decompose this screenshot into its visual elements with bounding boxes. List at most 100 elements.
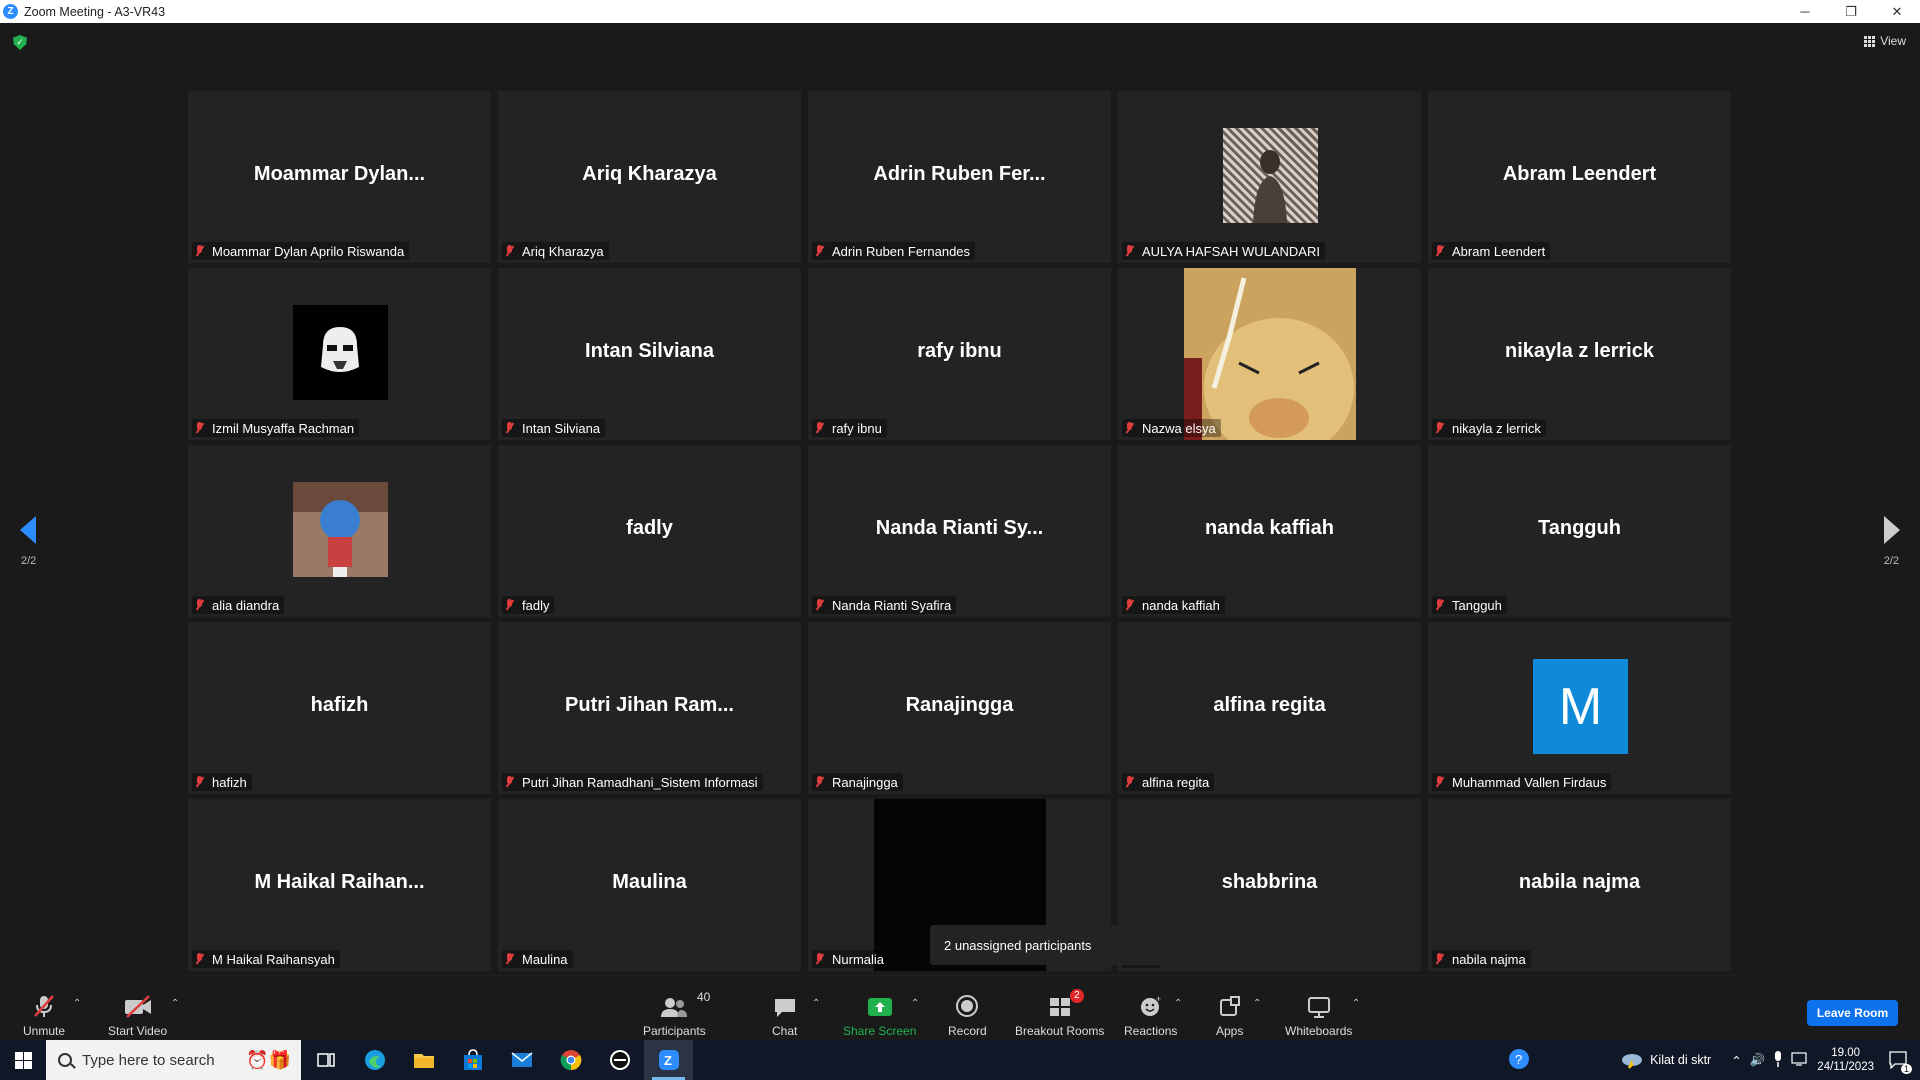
apps-button[interactable]: Apps — [1216, 994, 1243, 1038]
participant-tile[interactable]: Intan Silviana Intan Silviana — [498, 268, 801, 440]
audio-options-caret-icon[interactable]: ⌃ — [73, 998, 81, 1009]
participant-tile[interactable]: M Muhammad Vallen Firdaus — [1428, 622, 1731, 794]
unassigned-participants-tooltip[interactable]: 2 unassigned participants — [930, 925, 1185, 973]
weather-text[interactable]: Kilat di sktr — [1650, 1053, 1711, 1067]
muted-mic-icon — [1125, 776, 1134, 788]
participant-name: Izmil Musyaffa Rachman — [212, 420, 355, 436]
start-button[interactable] — [0, 1040, 46, 1080]
chat-label: Chat — [772, 1024, 798, 1038]
record-button[interactable]: Record — [948, 994, 987, 1038]
participants-icon: 40 — [660, 990, 710, 1018]
view-button[interactable]: View — [1864, 34, 1906, 48]
zoom-app-icon[interactable]: Z — [644, 1040, 693, 1080]
participant-tile[interactable]: Ranajingga Ranajingga — [808, 622, 1111, 794]
share-screen-button[interactable]: Share Screen — [843, 994, 916, 1038]
participant-tile[interactable]: Abram Leendert Abram Leendert — [1428, 91, 1731, 263]
notification-center-icon[interactable]: 1 — [1888, 1049, 1912, 1074]
whiteboards-button[interactable]: Whiteboards — [1285, 994, 1352, 1038]
participant-display-name: M Haikal Raihan... — [254, 871, 425, 893]
muted-mic-icon — [505, 245, 514, 257]
participant-tile[interactable]: alfina regita alfina regita — [1118, 622, 1421, 794]
participant-tile[interactable]: Tangguh Tangguh — [1428, 445, 1731, 617]
volume-icon[interactable]: 🔊 — [1750, 1053, 1766, 1068]
meeting-toolbar: Unmute ⌃ Start Video ⌃ 40 Participants C… — [0, 975, 1920, 1040]
next-page-arrow-icon[interactable] — [1884, 516, 1900, 544]
muted-mic-icon — [195, 776, 204, 788]
participant-tile[interactable]: Maulina Maulina — [498, 799, 801, 971]
chat-options-caret-icon[interactable]: ⌃ — [812, 998, 820, 1009]
participant-tile[interactable]: Putri Jihan Ram... Putri Jihan Ramadhani… — [498, 622, 801, 794]
reactions-options-caret-icon[interactable]: ⌃ — [1174, 998, 1182, 1009]
microsoft-store-icon[interactable] — [448, 1040, 497, 1080]
participant-tile[interactable]: hafizh hafizh — [188, 622, 491, 794]
participant-tile[interactable]: nikayla z lerrick nikayla z lerrick — [1428, 268, 1731, 440]
breakout-rooms-icon: 2 — [1048, 989, 1084, 1018]
leave-room-button[interactable]: Leave Room — [1807, 1000, 1898, 1026]
messenger-app-icon[interactable] — [595, 1040, 644, 1080]
security-shield-icon[interactable]: ✓ — [13, 35, 27, 50]
video-options-caret-icon[interactable]: ⌃ — [171, 998, 179, 1009]
start-video-button[interactable]: Start Video — [108, 994, 167, 1038]
record-icon — [955, 994, 979, 1018]
participant-name: M Haikal Raihansyah — [212, 951, 335, 967]
participant-name: alfina regita — [1142, 774, 1210, 790]
muted-mic-icon — [1435, 422, 1444, 434]
whiteboards-options-caret-icon[interactable]: ⌃ — [1352, 998, 1360, 1009]
start-video-label: Start Video — [108, 1024, 168, 1038]
participant-name: hafizh — [212, 774, 247, 790]
minimize-button[interactable]: ─ — [1782, 0, 1828, 23]
participant-tile[interactable]: Ariq Kharazya Ariq Kharazya — [498, 91, 801, 263]
participant-tile[interactable]: nanda kaffiah nanda kaffiah — [1118, 445, 1421, 617]
breakout-rooms-badge: 2 — [1070, 989, 1084, 1003]
mail-icon[interactable] — [497, 1040, 546, 1080]
participant-tile[interactable]: Nazwa elsya — [1118, 268, 1421, 440]
network-icon[interactable] — [1791, 1051, 1809, 1069]
muted-mic-icon — [815, 953, 824, 965]
person-photo-icon — [1253, 150, 1287, 223]
participant-tile[interactable]: Nanda Rianti Sy... Nanda Rianti Syafira — [808, 445, 1111, 617]
unmute-button[interactable]: Unmute — [23, 994, 65, 1038]
record-label: Record — [948, 1024, 987, 1038]
muted-mic-icon — [815, 599, 824, 611]
apps-options-caret-icon[interactable]: ⌃ — [1253, 998, 1261, 1009]
participant-tile[interactable]: Adrin Ruben Fer... Adrin Ruben Fernandes — [808, 91, 1111, 263]
participant-tile[interactable]: Moammar Dylan... Moammar Dylan Aprilo Ri… — [188, 91, 491, 263]
show-hidden-icons-caret-icon[interactable]: ⌃ — [1731, 1053, 1741, 1068]
file-explorer-icon[interactable] — [399, 1040, 448, 1080]
participant-tile[interactable]: rafy ibnu rafy ibnu — [808, 268, 1111, 440]
restore-button[interactable]: ❐ — [1828, 0, 1874, 23]
help-icon[interactable]: ? — [1508, 1048, 1530, 1073]
svg-text:Z: Z — [664, 1053, 672, 1068]
close-button[interactable]: ✕ — [1874, 0, 1920, 23]
participant-tile[interactable]: Izmil Musyaffa Rachman — [188, 268, 491, 440]
edge-browser-icon[interactable] — [350, 1040, 399, 1080]
system-clock[interactable]: 19.00 24/11/2023 — [1817, 1046, 1874, 1074]
task-view-icon[interactable] — [301, 1040, 350, 1080]
participant-name-label: Abram Leendert — [1432, 242, 1551, 260]
participant-name: nikayla z lerrick — [1452, 420, 1541, 436]
participants-button[interactable]: 40 Participants — [643, 990, 710, 1038]
microphone-icon[interactable] — [1773, 1050, 1783, 1070]
participant-display-name: nanda kaffiah — [1205, 517, 1334, 539]
participant-tile[interactable]: M Haikal Raihan... M Haikal Raihansyah — [188, 799, 491, 971]
participant-display-name: Putri Jihan Ram... — [565, 694, 734, 716]
participant-display-name: shabbrina — [1221, 871, 1318, 893]
participant-avatar-photo — [1223, 128, 1318, 223]
chrome-browser-icon[interactable] — [546, 1040, 595, 1080]
chat-button[interactable]: Chat — [772, 994, 797, 1038]
participant-tile[interactable]: nabila najma nabila najma — [1428, 799, 1731, 971]
taskbar-search-box[interactable]: Type here to search ⏰🎁 — [46, 1040, 301, 1080]
reactions-button[interactable]: + Reactions — [1124, 994, 1177, 1038]
zoom-logo-icon: Z — [3, 4, 18, 19]
participant-tile[interactable]: AULYA HAFSAH WULANDARI — [1118, 91, 1421, 263]
participant-name-label: Putri Jihan Ramadhani_Sistem Informasi — [502, 773, 763, 791]
participant-display-name: nikayla z lerrick — [1505, 340, 1654, 362]
grid-icon — [1864, 35, 1876, 47]
breakout-rooms-button[interactable]: 2 Breakout Rooms — [1015, 989, 1104, 1038]
previous-page-arrow-icon[interactable] — [20, 516, 36, 544]
share-options-caret-icon[interactable]: ⌃ — [911, 998, 919, 1009]
participant-tile[interactable]: fadly fadly — [498, 445, 801, 617]
participant-tile[interactable]: alia diandra — [188, 445, 491, 617]
participant-display-name: Moammar Dylan... — [253, 163, 426, 185]
participant-display-name: Ranajingga — [905, 694, 1014, 716]
